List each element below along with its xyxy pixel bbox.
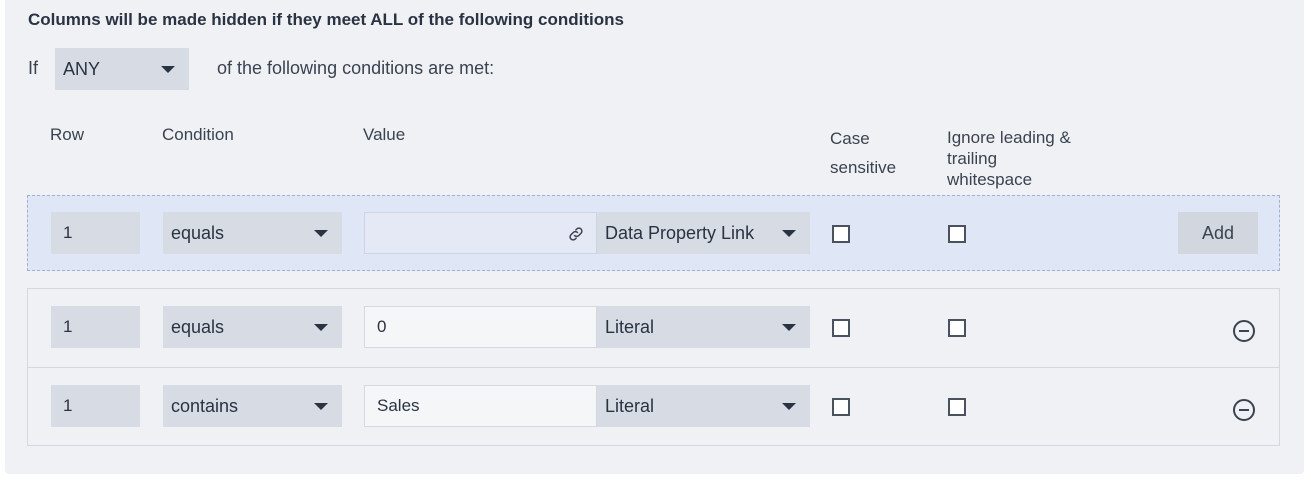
new-condition-value-type-value: Data Property Link <box>605 222 755 243</box>
link-icon[interactable] <box>567 225 585 243</box>
caret-down-icon <box>314 324 328 331</box>
new-row-number-input[interactable]: 1 <box>51 212 140 254</box>
caret-down-icon <box>782 403 796 410</box>
ignore-whitespace-checkbox[interactable] <box>948 398 966 416</box>
column-header-row: Row <box>50 125 85 144</box>
condition-value-input[interactable]: 0 <box>364 306 597 348</box>
minus-circle-icon[interactable] <box>1233 399 1255 421</box>
caret-down-icon <box>314 403 328 410</box>
condition-operator-value: equals <box>171 316 225 337</box>
condition-value-type-select[interactable]: Literal <box>597 306 810 348</box>
caret-down-icon <box>161 66 175 73</box>
condition-value-type-value: Literal <box>605 316 655 337</box>
condition-value-type-value: Literal <box>605 395 655 416</box>
new-ignore-whitespace-checkbox[interactable] <box>948 225 966 243</box>
case-sensitive-checkbox[interactable] <box>832 398 850 416</box>
row-number-input[interactable]: 1 <box>51 306 140 348</box>
ignore-whitespace-checkbox[interactable] <box>948 319 966 337</box>
caret-down-icon <box>782 324 796 331</box>
match-mode-value: ANY <box>63 58 101 79</box>
column-header-case-sensitive: Case sensitive <box>830 129 897 177</box>
new-condition-value-type-select[interactable]: Data Property Link <box>597 212 810 254</box>
caret-down-icon <box>314 230 328 237</box>
caret-down-icon <box>782 230 796 237</box>
panel-heading: Columns will be made hidden if they meet… <box>28 10 624 29</box>
condition-operator-select[interactable]: contains <box>163 385 342 427</box>
minus-circle-icon[interactable] <box>1233 320 1255 342</box>
condition-operator-value: contains <box>171 395 239 416</box>
condition-value-input[interactable]: Sales <box>364 385 597 427</box>
match-suffix-label: of the following conditions are met: <box>217 58 495 78</box>
new-case-sensitive-checkbox[interactable] <box>832 225 850 243</box>
new-condition-value-input[interactable] <box>364 212 597 254</box>
if-label: If <box>28 58 39 78</box>
column-header-ignore-whitespace: Ignore leading & trailing whitespace <box>947 128 1071 189</box>
condition-operator-select[interactable]: equals <box>163 306 342 348</box>
new-condition-operator-value: equals <box>171 222 225 243</box>
new-condition-operator-select[interactable]: equals <box>163 212 342 254</box>
column-header-value: Value <box>363 125 406 144</box>
row-number-input[interactable]: 1 <box>51 385 140 427</box>
list-divider <box>28 367 1279 368</box>
match-mode-select[interactable]: ANY <box>55 48 189 90</box>
column-header-condition: Condition <box>162 125 234 144</box>
add-condition-button[interactable]: Add <box>1178 212 1258 254</box>
case-sensitive-checkbox[interactable] <box>832 319 850 337</box>
condition-value-type-select[interactable]: Literal <box>597 385 810 427</box>
